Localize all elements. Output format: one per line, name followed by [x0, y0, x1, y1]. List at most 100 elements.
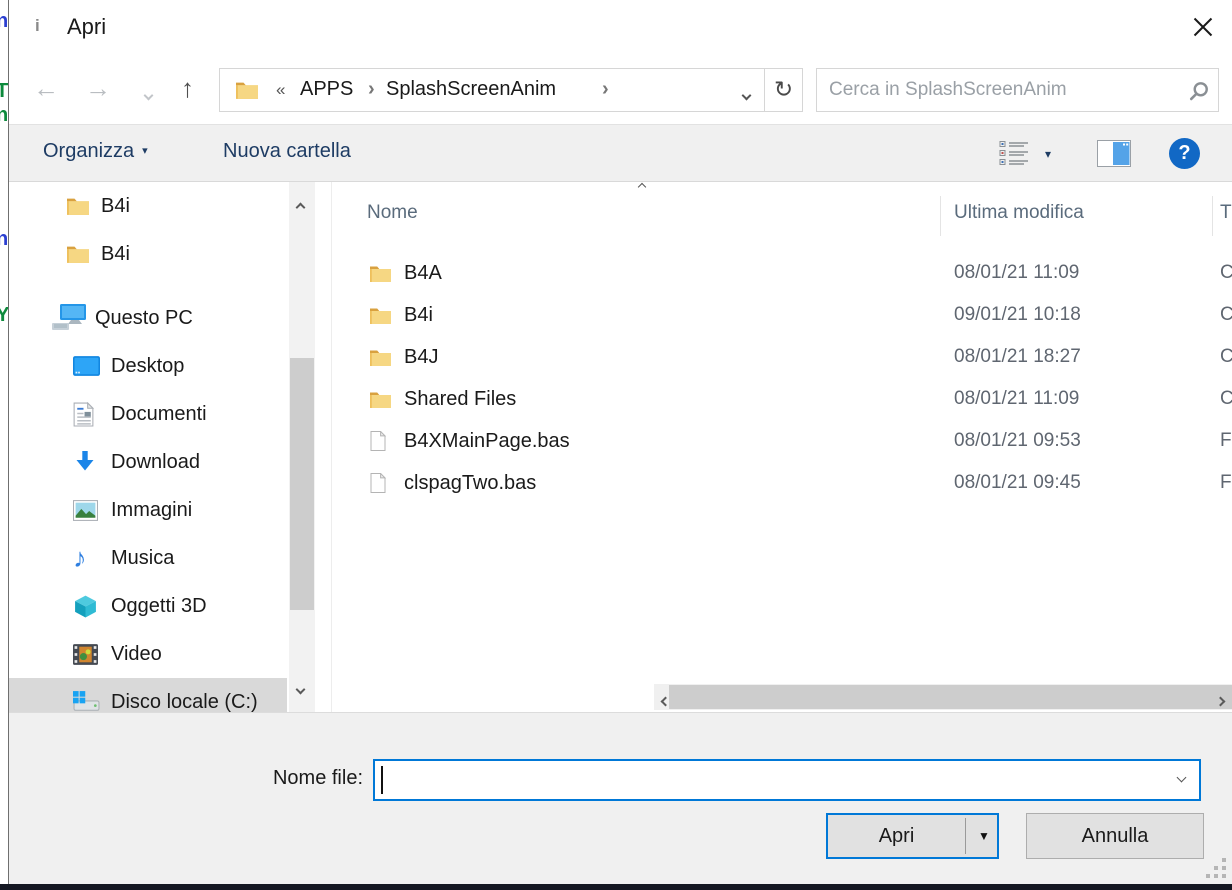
- resize-grip-icon[interactable]: [1204, 856, 1226, 878]
- open-button[interactable]: Apri: [828, 815, 965, 857]
- organize-button[interactable]: Organizza▾: [43, 140, 148, 163]
- file-row[interactable]: B4J 08/01/21 18:27 C: [332, 336, 1232, 378]
- breadcrumb-overflow-icon[interactable]: «: [276, 80, 285, 100]
- disk-drive-icon: [73, 691, 111, 713]
- file-modified-date: 09/01/21 10:18: [954, 304, 1081, 326]
- new-folder-button[interactable]: Nuova cartella: [223, 140, 351, 163]
- address-dropdown-icon[interactable]: [743, 86, 750, 104]
- sidebar-item-musica[interactable]: ♪ Musica: [9, 534, 287, 582]
- file-type: C: [1220, 304, 1232, 326]
- file-rows: B4A 08/01/21 11:09 C B4i 09/01/21 10:18 …: [332, 252, 1232, 504]
- preview-pane-icon[interactable]: [1097, 140, 1131, 172]
- column-divider[interactable]: [940, 196, 941, 236]
- sidebar-item-label: Questo PC: [95, 307, 193, 330]
- file-type: F: [1220, 430, 1232, 452]
- filename-input[interactable]: [381, 763, 1161, 797]
- background-code-fragment: n: [0, 228, 8, 251]
- sidebar-item-disco-locale-c[interactable]: Disco locale (C:): [9, 678, 287, 712]
- breadcrumb-separator-icon[interactable]: ›: [602, 78, 609, 101]
- forward-icon[interactable]: →: [85, 72, 111, 104]
- sidebar-item-questo-pc[interactable]: Questo PC: [9, 294, 287, 342]
- filename-label: Nome file:: [159, 767, 363, 790]
- column-header-tipo[interactable]: T: [1220, 202, 1232, 224]
- breadcrumb-item[interactable]: SplashScreenAnim: [386, 78, 556, 101]
- scroll-down-icon[interactable]: [297, 680, 304, 698]
- sidebar-item-label: Musica: [111, 547, 174, 570]
- sidebar-item-label: Video: [111, 643, 162, 666]
- dialog-title: Apri: [67, 14, 106, 40]
- dialog-footer: Nome file: Apri ▼ Annulla: [9, 712, 1232, 884]
- film-icon: [73, 644, 111, 665]
- background-code-fragment: n: [0, 10, 8, 33]
- background-code-fragment: n: [0, 104, 8, 127]
- sidebar-item-immagini[interactable]: Immagini: [9, 486, 287, 534]
- file-row[interactable]: B4A 08/01/21 11:09 C: [332, 252, 1232, 294]
- sidebar-item-desktop[interactable]: Desktop: [9, 342, 287, 390]
- file-type: C: [1220, 388, 1232, 410]
- file-row[interactable]: B4XMainPage.bas 08/01/21 09:53 F: [332, 420, 1232, 462]
- file-row[interactable]: Shared Files 08/01/21 11:09 C: [332, 378, 1232, 420]
- refresh-icon[interactable]: ↻: [764, 69, 802, 111]
- file-name: B4XMainPage.bas: [404, 430, 570, 453]
- folder-icon: [67, 245, 101, 263]
- recent-locations-dropdown-icon[interactable]: [145, 86, 152, 104]
- address-bar[interactable]: « APPS › SplashScreenAnim › ↻: [219, 68, 803, 112]
- file-list-horizontal-scrollbar[interactable]: [654, 684, 1232, 710]
- scroll-up-icon[interactable]: [297, 198, 304, 216]
- column-header-ultima-modifica[interactable]: Ultima modifica: [954, 202, 1084, 224]
- sidebar-item-oggetti-3d[interactable]: Oggetti 3D: [9, 582, 287, 630]
- background-bottom-edge: [0, 884, 1232, 890]
- filename-combobox: [373, 759, 1201, 801]
- open-split-button[interactable]: Apri ▼: [826, 813, 999, 859]
- title-bar: i Apri: [9, 0, 1232, 58]
- sidebar-item-label: Immagini: [111, 499, 192, 522]
- sidebar-item-label: B4i: [101, 195, 130, 218]
- sidebar-item-label: Documenti: [111, 403, 207, 426]
- command-toolbar: Organizza▾ Nuova cartella ▾ ?: [9, 124, 1232, 182]
- filename-dropdown-icon[interactable]: [1177, 773, 1187, 783]
- sidebar-item-b4i[interactable]: B4i: [9, 182, 287, 230]
- sidebar-item-b4i[interactable]: B4i: [9, 230, 287, 278]
- scroll-left-icon[interactable]: [662, 692, 669, 710]
- file-row[interactable]: B4i 09/01/21 10:18 C: [332, 294, 1232, 336]
- column-header-nome[interactable]: Nome: [367, 202, 418, 224]
- scrollbar-thumb[interactable]: [669, 685, 1232, 709]
- up-icon[interactable]: ↑: [181, 72, 194, 104]
- search-input[interactable]: [829, 71, 1169, 109]
- sidebar-item-label: Oggetti 3D: [111, 595, 207, 618]
- cube-3d-icon: [73, 594, 111, 619]
- open-dropdown-icon[interactable]: ▼: [970, 815, 998, 857]
- sidebar-item-label: B4i: [101, 243, 130, 266]
- details-view-icon[interactable]: [999, 140, 1029, 171]
- close-icon[interactable]: [1188, 12, 1218, 42]
- column-headers: Nome Ultima modifica T: [332, 192, 1232, 238]
- folder-icon: [370, 391, 391, 408]
- sidebar-item-video[interactable]: Video: [9, 630, 287, 678]
- split-button-divider: [965, 818, 966, 854]
- navigation-pane: B4i B4i Questo PC Desktop: [9, 182, 287, 712]
- open-file-dialog-screen: n T n n Y i Apri ← → ↑ « APPS › Sp: [0, 0, 1232, 890]
- scroll-right-icon[interactable]: [1217, 692, 1224, 710]
- breadcrumb-item[interactable]: APPS: [300, 78, 353, 101]
- help-icon[interactable]: ?: [1169, 138, 1200, 169]
- search-box: [816, 68, 1219, 112]
- sidebar-item-download[interactable]: Download: [9, 438, 287, 486]
- sidebar-scrollbar[interactable]: [289, 182, 315, 712]
- back-icon[interactable]: ←: [33, 72, 59, 104]
- file-type: C: [1220, 346, 1232, 368]
- file-icon: [370, 473, 386, 493]
- breadcrumb-separator-icon[interactable]: ›: [368, 78, 375, 101]
- file-modified-date: 08/01/21 18:27: [954, 346, 1081, 368]
- cancel-button[interactable]: Annulla: [1026, 813, 1204, 859]
- column-divider[interactable]: [1212, 196, 1213, 236]
- open-dialog-window: i Apri ← → ↑ « APPS › SplashScreenAnim ›…: [8, 0, 1232, 884]
- views-dropdown-icon[interactable]: ▾: [1045, 147, 1051, 161]
- sidebar-item-documenti[interactable]: Documenti: [9, 390, 287, 438]
- scrollbar-thumb[interactable]: [290, 358, 314, 610]
- background-code-fragment: Y: [0, 304, 8, 327]
- file-row[interactable]: clspagTwo.bas 08/01/21 09:45 F: [332, 462, 1232, 504]
- file-modified-date: 08/01/21 09:45: [954, 472, 1081, 494]
- navigation-bar: ← → ↑ « APPS › SplashScreenAnim › ↻: [9, 58, 1232, 124]
- file-type: C: [1220, 262, 1232, 284]
- background-window-strip: n T n n Y: [0, 0, 8, 884]
